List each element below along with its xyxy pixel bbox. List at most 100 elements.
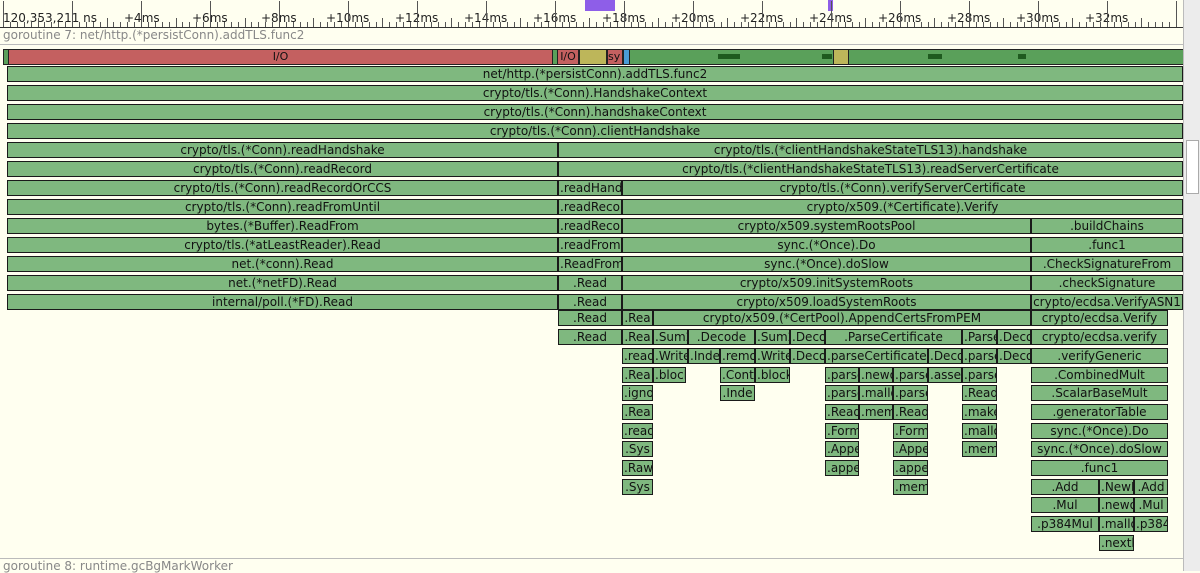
span-form[interactable]: .Form (893, 423, 928, 439)
span-newo[interactable]: .newo (1099, 497, 1134, 513)
span-rea[interactable]: .Rea (622, 310, 653, 326)
span-rea[interactable]: .Rea (622, 329, 653, 345)
span-decode[interactable]: .Decode (688, 329, 755, 345)
span-handshakecontext[interactable]: crypto/tls.(*Conn).HandshakeContext (7, 85, 1183, 101)
span-igno[interactable]: .igno (622, 385, 653, 401)
span-block[interactable]: .block (755, 367, 790, 383)
span-combinedmult[interactable]: .CombinedMult (1031, 367, 1168, 383)
span-parse[interactable]: .parse (893, 367, 928, 383)
span-scalarbasemult[interactable]: .ScalarBaseMult (1031, 385, 1168, 401)
span-verifyservercertificate[interactable]: crypto/tls.(*Conn).verifyServerCertifica… (622, 180, 1183, 196)
state-segment-io[interactable]: I/O (8, 49, 553, 65)
span-once-doslow[interactable]: sync.(*Once).doSlow (622, 256, 1031, 272)
span-parsecertificate[interactable]: .ParseCertificate (825, 329, 962, 345)
span-checksignature[interactable]: .checkSignature (1031, 275, 1183, 291)
span-add[interactable]: .Add (1134, 479, 1168, 495)
span-readhandshake[interactable]: crypto/tls.(*Conn).readHandshake (7, 142, 558, 158)
span-readfromuntil[interactable]: crypto/tls.(*Conn).readFromUntil (7, 199, 558, 215)
state-segment-syscall[interactable]: sy (607, 49, 623, 65)
span-appendcertsfrompem[interactable]: crypto/x509.(*CertPool).AppendCertsFromP… (653, 310, 1031, 326)
span-parsecertificate-private[interactable]: .parseCertificate (825, 348, 928, 364)
span-read[interactable]: .Read (962, 385, 997, 401)
span-checksignaturefrom[interactable]: .CheckSignatureFrom (1031, 256, 1183, 272)
span-once-doslow[interactable]: sync.(*Once).doSlow (1031, 441, 1168, 457)
span-addtls[interactable]: net/http.(*persistConn).addTLS.func2 (7, 66, 1183, 82)
span-sys[interactable]: .Sys (622, 479, 653, 495)
span-buildchains[interactable]: .buildChains (1031, 218, 1183, 234)
span-readservercertificate[interactable]: crypto/tls.(*clientHandshakeStateTLS13).… (558, 161, 1183, 177)
span-mul[interactable]: .Mul (1134, 497, 1168, 513)
span-mallo[interactable]: .mallo (1099, 516, 1134, 532)
span-asse[interactable]: .asse (928, 367, 962, 383)
span-conn-read[interactable]: net.(*conn).Read (7, 256, 558, 272)
span-generatortable[interactable]: .generatorTable (1031, 404, 1168, 420)
span-deco[interactable]: .Deco (928, 348, 962, 364)
span-p384[interactable]: .p384 (1134, 516, 1168, 532)
span-verifygeneric[interactable]: .verifyGeneric (1031, 348, 1168, 364)
span-clienthandshake[interactable]: crypto/tls.(*Conn).clientHandshake (7, 123, 1183, 139)
span-netfd-read[interactable]: net.(*netFD).Read (7, 275, 558, 291)
span-deco[interactable]: .Deco (790, 329, 825, 345)
vertical-scrollbar[interactable] (1183, 0, 1200, 571)
span-parse[interactable]: .parse (825, 385, 859, 401)
span-newo[interactable]: .newo (859, 367, 893, 383)
span-readrecord[interactable]: crypto/tls.(*Conn).readRecord (7, 161, 558, 177)
span-verifyasn1[interactable]: crypto/ecdsa.VerifyASN1 (1031, 294, 1183, 310)
span-readfrom[interactable]: .ReadFrom (558, 256, 622, 272)
span-mul[interactable]: .Mul (1031, 497, 1099, 513)
span-sys[interactable]: .Sys (622, 441, 653, 457)
span-certificate-verify[interactable]: crypto/x509.(*Certificate).Verify (622, 199, 1183, 215)
span-deco[interactable]: .Deco (790, 348, 825, 364)
span-block[interactable]: .block (653, 367, 686, 383)
span-parse[interactable]: .parse (825, 367, 859, 383)
span-remo[interactable]: .remo (720, 348, 755, 364)
span-deco[interactable]: .Deco (997, 329, 1031, 345)
span-mem[interactable]: .mem (859, 404, 893, 420)
span-parse[interactable]: .parse (893, 385, 928, 401)
span-ecdsa-verify-private[interactable]: crypto/ecdsa.verify (1031, 329, 1168, 345)
span-appe[interactable]: .Appe (825, 441, 859, 457)
span-readrecor[interactable]: .readRecor (558, 199, 622, 215)
span-buffer-readfrom[interactable]: bytes.(*Buffer).ReadFrom (7, 218, 558, 234)
span-tls13-handshake[interactable]: crypto/tls.(*clientHandshakeStateTLS13).… (558, 142, 1183, 158)
span-parse[interactable]: .parse (962, 348, 997, 364)
span-once-do[interactable]: sync.(*Once).Do (622, 237, 1031, 253)
span-read[interactable]: .Read (558, 294, 622, 310)
span-raw[interactable]: .Raw (622, 460, 653, 476)
span-read[interactable]: .Read (558, 310, 622, 326)
span-atleastreader-read[interactable]: crypto/tls.(*atLeastReader).Read (7, 237, 558, 253)
span-mallo[interactable]: .mallo (962, 423, 997, 439)
span-readhands[interactable]: .readHands (558, 180, 622, 196)
span-newp[interactable]: .NewP (1099, 479, 1134, 495)
span-parse[interactable]: .Parse (962, 329, 997, 345)
span-loadsystemroots[interactable]: crypto/x509.loadSystemRoots (622, 294, 1031, 310)
span-parse[interactable]: .parse (962, 367, 997, 383)
state-segment-network[interactable] (623, 49, 630, 65)
state-segment-wait[interactable] (833, 49, 849, 65)
span-func1[interactable]: .func1 (1031, 237, 1183, 253)
span-systemrootspool[interactable]: crypto/x509.systemRootsPool (622, 218, 1031, 234)
span-once-do[interactable]: sync.(*Once).Do (1031, 423, 1168, 439)
span-mem[interactable]: .mem (962, 441, 997, 457)
span-rea[interactable]: .Rea (622, 367, 653, 383)
span-func1[interactable]: .func1 (1031, 460, 1168, 476)
span-appe-lower[interactable]: .appe (825, 460, 859, 476)
span-readfromu[interactable]: .readFromU (558, 237, 622, 253)
span-form[interactable]: .Form (825, 423, 859, 439)
span-sum2[interactable]: .Sum2 (653, 329, 688, 345)
span-mallo[interactable]: .mallo (859, 385, 893, 401)
time-ruler[interactable]: 120,353,211 ns +4ms +6ms +8ms +10ms +12m… (0, 0, 1184, 28)
span-sum2[interactable]: .Sum2 (755, 329, 790, 345)
span-write[interactable]: .Write (653, 348, 688, 364)
cpu-marker[interactable] (585, 0, 615, 11)
span-handshakecontext-private[interactable]: crypto/tls.(*Conn).handshakeContext (7, 104, 1183, 120)
span-read[interactable]: .Read (558, 329, 622, 345)
scrollbar-thumb[interactable] (1186, 140, 1199, 194)
span-readrecordorccs[interactable]: crypto/tls.(*Conn).readRecordOrCCS (7, 180, 558, 196)
span-inde[interactable]: .Inde (688, 348, 720, 364)
span-poll-fd-read[interactable]: internal/poll.(*FD).Read (7, 294, 558, 310)
state-segment-wait[interactable] (579, 49, 607, 65)
span-cont[interactable]: .Cont (720, 367, 755, 383)
span-mem[interactable]: .mem (893, 479, 928, 495)
span-read[interactable]: .Read (893, 404, 928, 420)
